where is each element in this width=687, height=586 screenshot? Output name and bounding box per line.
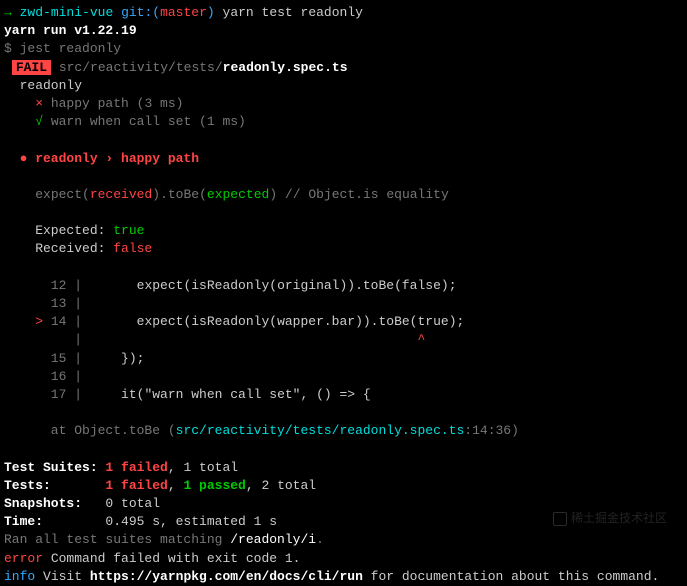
git-branch: master — [160, 5, 207, 20]
stack-trace: at Object.toBe (src/reactivity/tests/rea… — [4, 422, 683, 440]
fail-file: FAIL src/reactivity/tests/readonly.spec.… — [4, 59, 683, 77]
git-prefix: git:( — [121, 5, 160, 20]
terminal-output: → zwd-mini-vue git:(master) yarn test re… — [4, 4, 683, 586]
suite-name: readonly — [4, 77, 683, 95]
expect-template: expect(received).toBe(expected) // Objec… — [4, 186, 683, 204]
arrow-icon: → — [4, 5, 12, 20]
code-line-17: 17 | it("warn when call set", () => { — [4, 386, 683, 404]
cwd: zwd-mini-vue — [20, 5, 114, 20]
summary-suites: Test Suites: 1 failed, 1 total — [4, 459, 683, 477]
fail-badge: FAIL — [12, 60, 51, 75]
summary-snapshots: Snapshots: 0 total — [4, 495, 683, 513]
info-line: info Visit https://yarnpkg.com/en/docs/c… — [4, 568, 683, 586]
summary-time: Time: 0.495 s, estimated 1 s — [4, 513, 683, 531]
code-line-13: 13 | — [4, 295, 683, 313]
check-icon: √ — [4, 114, 43, 129]
received-row: Received: false — [4, 240, 683, 258]
prompt-line: → zwd-mini-vue git:(master) yarn test re… — [4, 4, 683, 22]
bullet-icon: ● — [4, 151, 27, 166]
code-line-14: > 14 | expect(isReadonly(wapper.bar)).to… — [4, 313, 683, 331]
git-suffix: ) — [207, 5, 215, 20]
code-line-12: 12 | expect(isReadonly(original)).toBe(f… — [4, 277, 683, 295]
command: yarn test readonly — [223, 5, 363, 20]
jest-cmd: $ jest readonly — [4, 40, 683, 58]
error-line: error Command failed with exit code 1. — [4, 550, 683, 568]
expected-row: Expected: true — [4, 222, 683, 240]
code-line-15: 15 | }); — [4, 350, 683, 368]
test-pass-row: √ warn when call set (1 ms) — [4, 113, 683, 131]
yarn-version: yarn run v1.22.19 — [4, 22, 683, 40]
code-line-16: 16 | — [4, 368, 683, 386]
cross-icon: × — [4, 96, 43, 111]
code-caret: | ^ — [4, 331, 683, 349]
fail-header: ● readonly › happy path — [4, 150, 683, 168]
test-fail-row: × happy path (3 ms) — [4, 95, 683, 113]
summary-tests: Tests: 1 failed, 1 passed, 2 total — [4, 477, 683, 495]
